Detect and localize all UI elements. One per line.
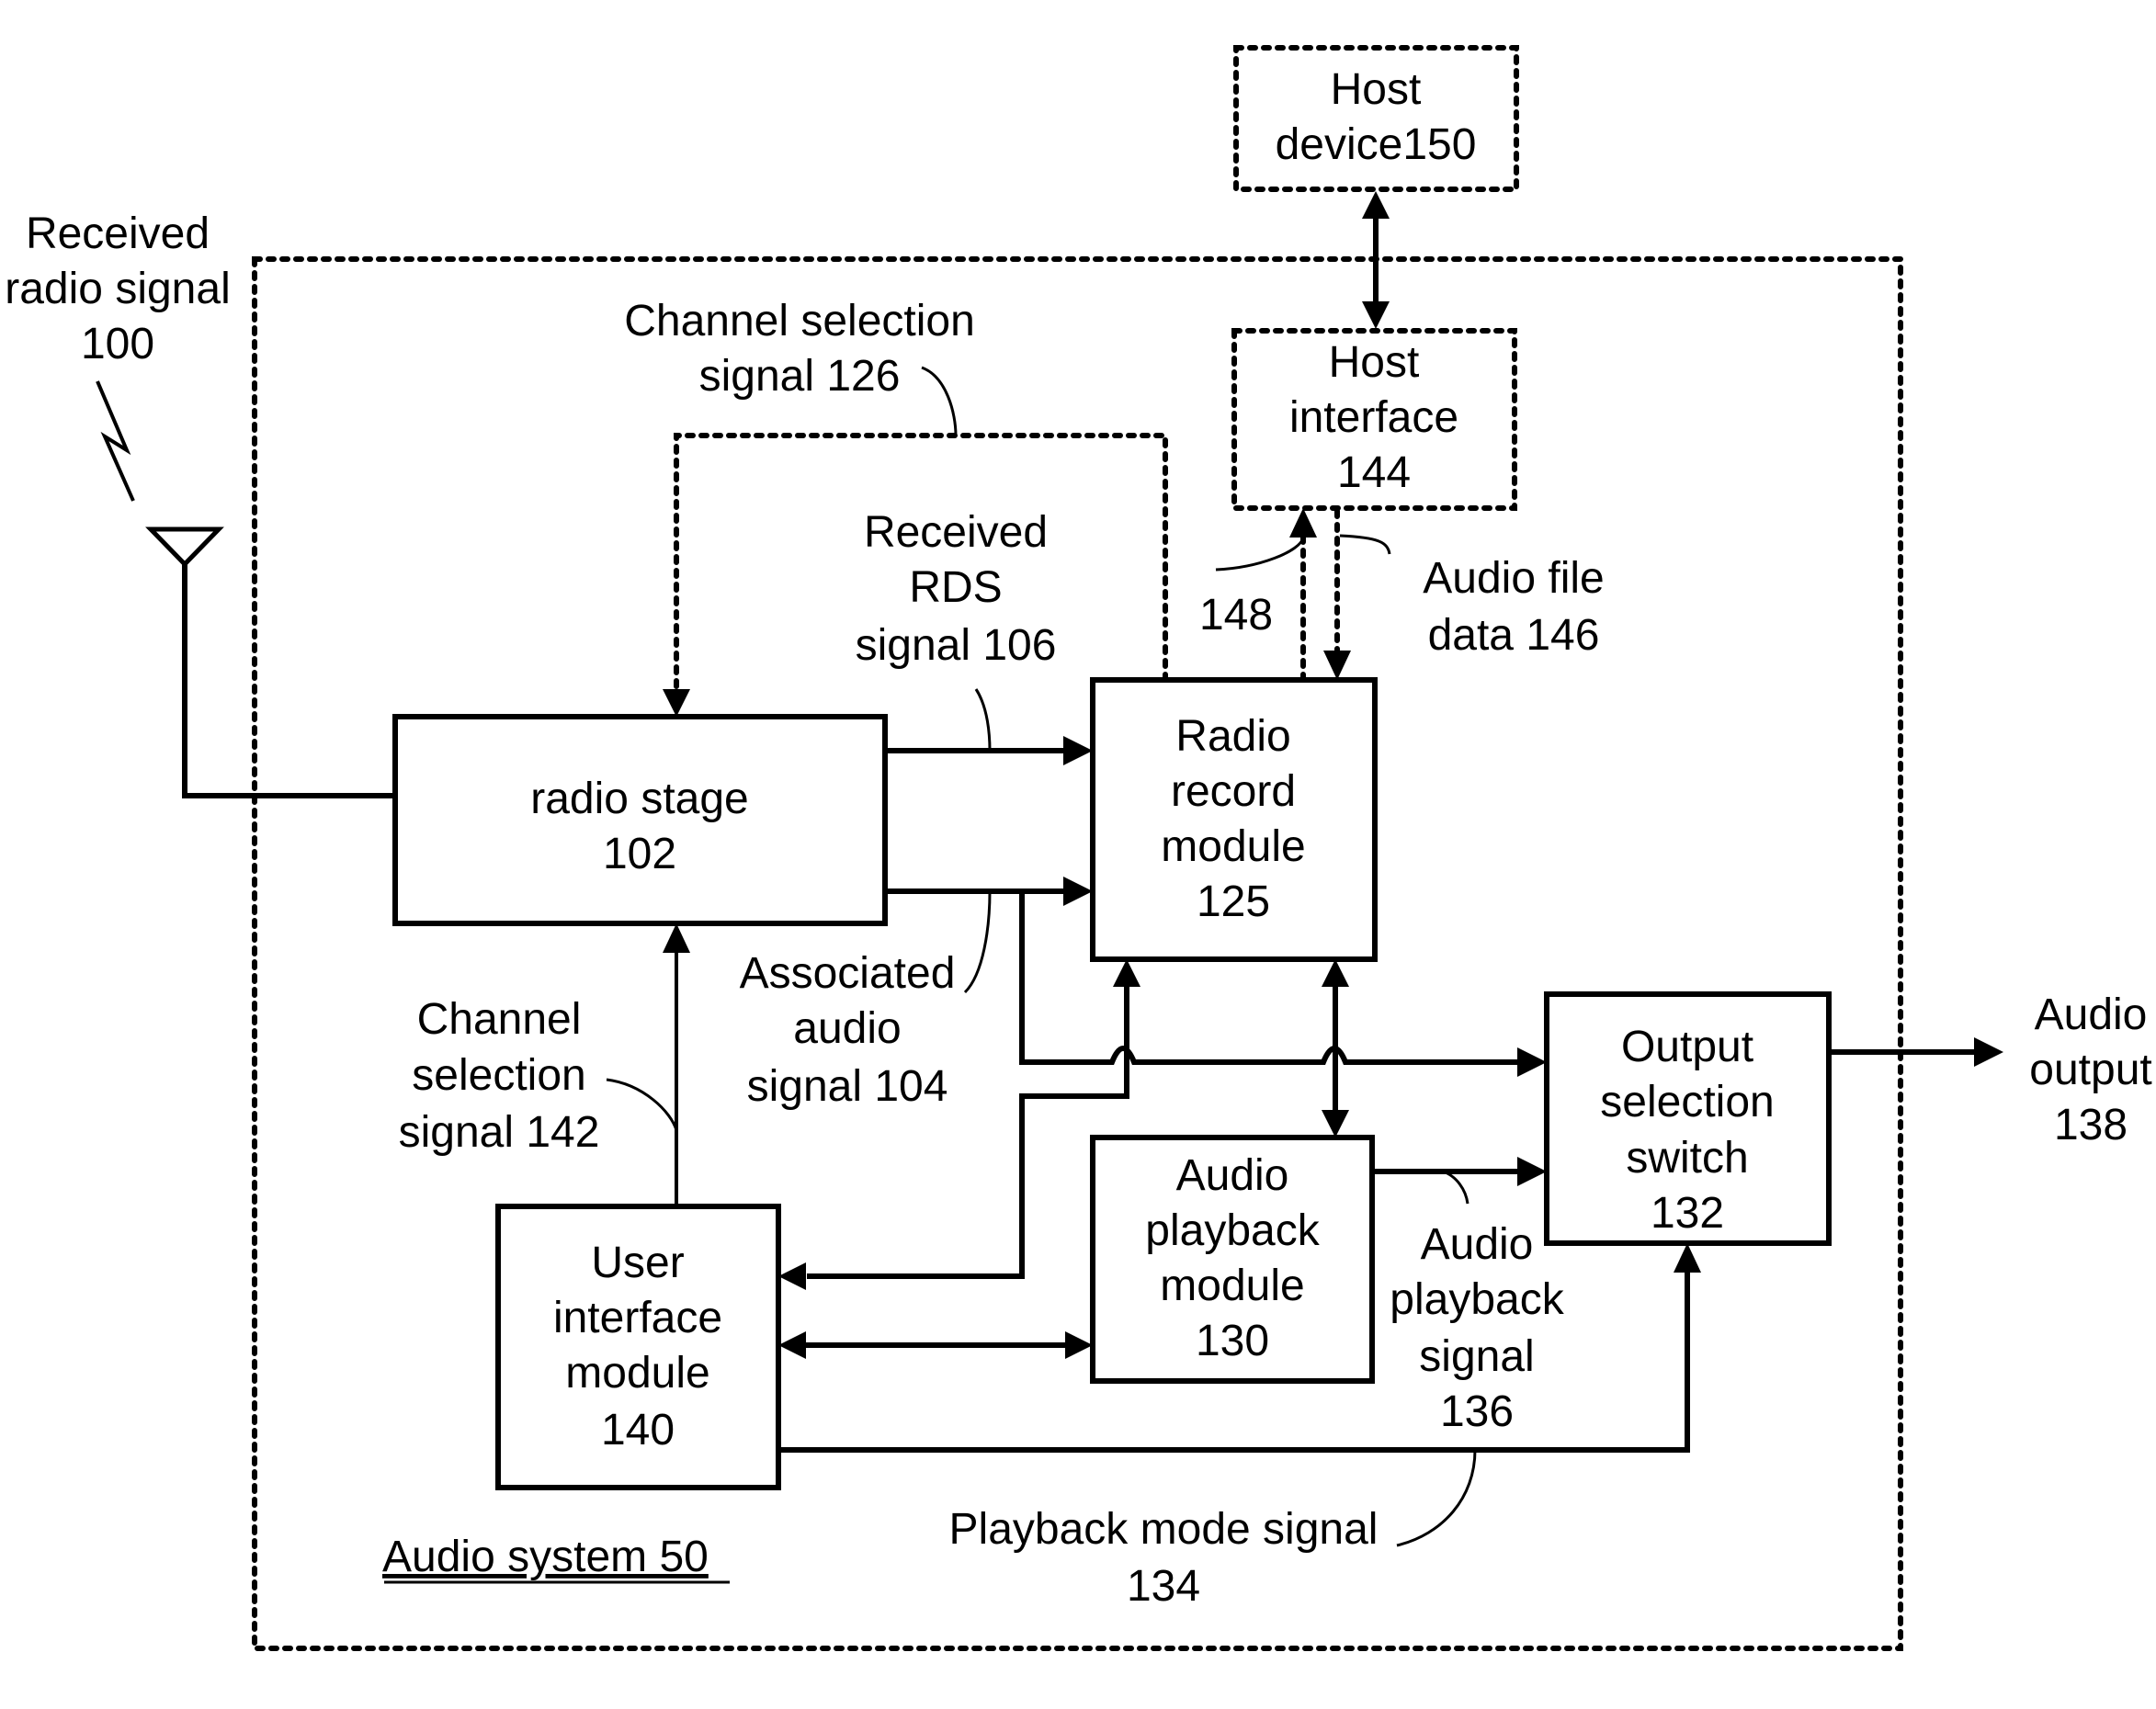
antenna-icon bbox=[145, 526, 395, 798]
channel-selection-142-arrow bbox=[606, 923, 690, 1206]
svg-text:138: 138 bbox=[2054, 1101, 2128, 1149]
svg-text:100: 100 bbox=[81, 320, 154, 368]
svg-text:Channel: Channel bbox=[417, 995, 582, 1044]
svg-text:134: 134 bbox=[1127, 1562, 1200, 1611]
host-device-block[interactable]: Host device150 bbox=[1233, 45, 1519, 192]
playback-signal-136-label: Audio playback signal 136 bbox=[1390, 1220, 1564, 1436]
audio-system-label: Audio system 50 bbox=[382, 1533, 709, 1581]
signal-148-label: 148 bbox=[1199, 591, 1273, 639]
svg-text:Channel selection: Channel selection bbox=[624, 297, 975, 345]
audio-output-138-arrow bbox=[1829, 1037, 2003, 1067]
audio-playback-label-4: 130 bbox=[1196, 1317, 1269, 1365]
audio-file-146-label: Audio file data 146 bbox=[1423, 554, 1604, 660]
radio-record-module-block[interactable]: Radio record module 125 bbox=[1090, 677, 1378, 962]
audio-playback-module-block[interactable]: Audio playback module 130 bbox=[1090, 1135, 1375, 1384]
radio-record-label-3: module bbox=[1161, 822, 1305, 871]
output-switch-label-2: selection bbox=[1600, 1078, 1774, 1126]
record-playback-link-arrow bbox=[1322, 959, 1349, 1137]
audio-output-138-label: Audio output 138 bbox=[2029, 990, 2151, 1149]
svg-text:radio signal: radio signal bbox=[5, 265, 230, 313]
svg-text:Audio: Audio bbox=[2035, 990, 2148, 1039]
svg-text:Audio file: Audio file bbox=[1423, 554, 1604, 603]
svg-text:audio: audio bbox=[793, 1004, 901, 1053]
user-interface-module-block[interactable]: User interface module 140 bbox=[495, 1204, 781, 1490]
output-switch-label-4: 132 bbox=[1651, 1189, 1724, 1238]
audio-file-146-arrow bbox=[1323, 508, 1391, 680]
svg-text:selection: selection bbox=[412, 1051, 585, 1100]
channel-selection-142-label: Channel selection signal 142 bbox=[399, 995, 600, 1157]
lightning-icon bbox=[96, 380, 135, 502]
svg-text:output: output bbox=[2029, 1046, 2151, 1094]
host-interface-block[interactable]: Host interface 144 bbox=[1231, 328, 1517, 511]
host-interface-label-3: 144 bbox=[1337, 448, 1411, 497]
block-diagram: Host device150 Host interface 144 Receiv… bbox=[5, 45, 2152, 1651]
output-switch-label-3: switch bbox=[1626, 1134, 1748, 1183]
radio-stage-label-1: radio stage bbox=[530, 775, 749, 823]
channel-selection-126-label: Channel selection signal 126 bbox=[624, 297, 975, 401]
audio-playback-label-3: module bbox=[1160, 1262, 1304, 1310]
radio-record-label-1: Radio bbox=[1175, 712, 1290, 761]
ui-module-label-1: User bbox=[591, 1239, 684, 1287]
svg-text:signal 104: signal 104 bbox=[747, 1062, 948, 1111]
host-device-label-1: Host bbox=[1331, 65, 1422, 114]
host-interface-label-1: Host bbox=[1329, 338, 1420, 387]
host-device-label-2: device150 bbox=[1276, 120, 1477, 169]
svg-text:Received: Received bbox=[864, 508, 1048, 557]
svg-text:signal 126: signal 126 bbox=[699, 352, 901, 401]
output-switch-label-1: Output bbox=[1621, 1023, 1753, 1071]
svg-text:Audio: Audio bbox=[1421, 1220, 1534, 1269]
playback-signal-136-arrow bbox=[1372, 1157, 1547, 1205]
playback-mode-134-label: Playback mode signal 134 bbox=[949, 1505, 1379, 1611]
svg-text:data 146: data 146 bbox=[1428, 611, 1600, 660]
svg-text:Received: Received bbox=[26, 209, 210, 258]
rds-106-label: Received RDS signal 106 bbox=[856, 508, 1057, 670]
audio-playback-label-2: playback bbox=[1145, 1206, 1320, 1255]
radio-stage-block[interactable]: radio stage 102 bbox=[392, 714, 888, 926]
audio-playback-label-1: Audio bbox=[1176, 1151, 1289, 1200]
rds-106-arrow bbox=[885, 688, 1093, 765]
svg-text:Associated: Associated bbox=[740, 949, 956, 998]
ui-module-label-4: 140 bbox=[601, 1406, 675, 1454]
radio-record-label-2: record bbox=[1171, 767, 1296, 816]
received-radio-signal-label: Received radio signal 100 bbox=[5, 209, 230, 368]
output-selection-switch-block[interactable]: Output selection switch 132 bbox=[1544, 991, 1832, 1246]
associated-audio-104-label: Associated audio signal 104 bbox=[740, 949, 956, 1111]
svg-text:Playback mode signal: Playback mode signal bbox=[949, 1505, 1379, 1554]
radio-stage-label-2: 102 bbox=[603, 830, 676, 878]
ui-module-label-3: module bbox=[565, 1349, 709, 1398]
svg-text:signal 142: signal 142 bbox=[399, 1108, 600, 1157]
ui-playback-link-arrow bbox=[778, 1331, 1093, 1359]
svg-text:playback: playback bbox=[1390, 1275, 1564, 1324]
svg-text:signal: signal bbox=[1419, 1332, 1534, 1381]
ui-module-label-2: interface bbox=[553, 1294, 722, 1342]
svg-text:signal 106: signal 106 bbox=[856, 621, 1057, 670]
svg-text:RDS: RDS bbox=[909, 563, 1002, 612]
radio-record-label-4: 125 bbox=[1197, 877, 1270, 926]
svg-text:136: 136 bbox=[1440, 1387, 1514, 1436]
host-interface-label-2: interface bbox=[1289, 393, 1458, 442]
